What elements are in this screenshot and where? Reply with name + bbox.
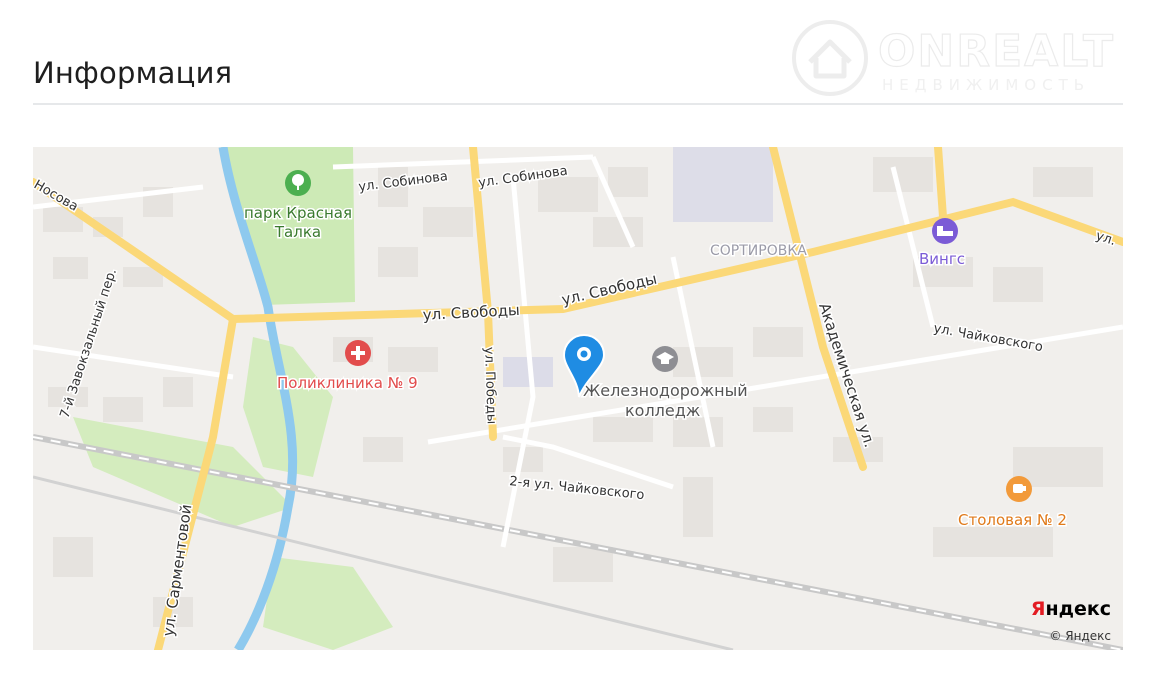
yandex-logo[interactable]: Яндекс [1031,598,1111,620]
section-title: Информация [33,56,233,90]
watermark-subtitle: НЕДВИЖИМОСТЬ [882,76,1091,94]
district-label: СОРТИРОВКА [710,243,807,259]
yandex-logo-rest: ндекс [1045,598,1111,620]
house-logo-icon [792,20,868,96]
street-label-pobedy: ул. Победы [481,347,499,425]
street-label-svobody-2: ул. Свободы [560,270,659,309]
street-label-chaikovskogo-2: 2-я ул. Чайковского [509,474,646,503]
watermark-brand: ONREALT [877,25,1115,77]
college-label-line-1: Железнодорожный [583,381,748,400]
street-label-right: ул. [1094,229,1118,249]
green-area [263,557,393,650]
hotel-label: Вингс [919,250,965,268]
college-label-line-2: колледж [625,401,700,420]
section-divider [33,103,1123,105]
yandex-logo-first-letter: Я [1030,598,1046,620]
map-widget[interactable]: Носова ул. Собинова ул. Собинова ул. Сво… [33,147,1123,650]
park-label-line-2: Талка [274,223,321,241]
canteen-label: Столовая № 2 [958,511,1067,529]
polyclinic-label: Поликлиника № 9 [277,374,418,392]
map-copyright[interactable]: © Яндекс [1049,629,1111,643]
park-label-line-1: парк Красная [244,204,352,222]
map-canvas[interactable]: Носова ул. Собинова ул. Собинова ул. Сво… [33,147,1123,650]
street-label-svobody-1: ул. Свободы [422,301,520,324]
onrealt-watermark: ONREALT НЕДВИЖИМОСТЬ [790,18,1120,100]
